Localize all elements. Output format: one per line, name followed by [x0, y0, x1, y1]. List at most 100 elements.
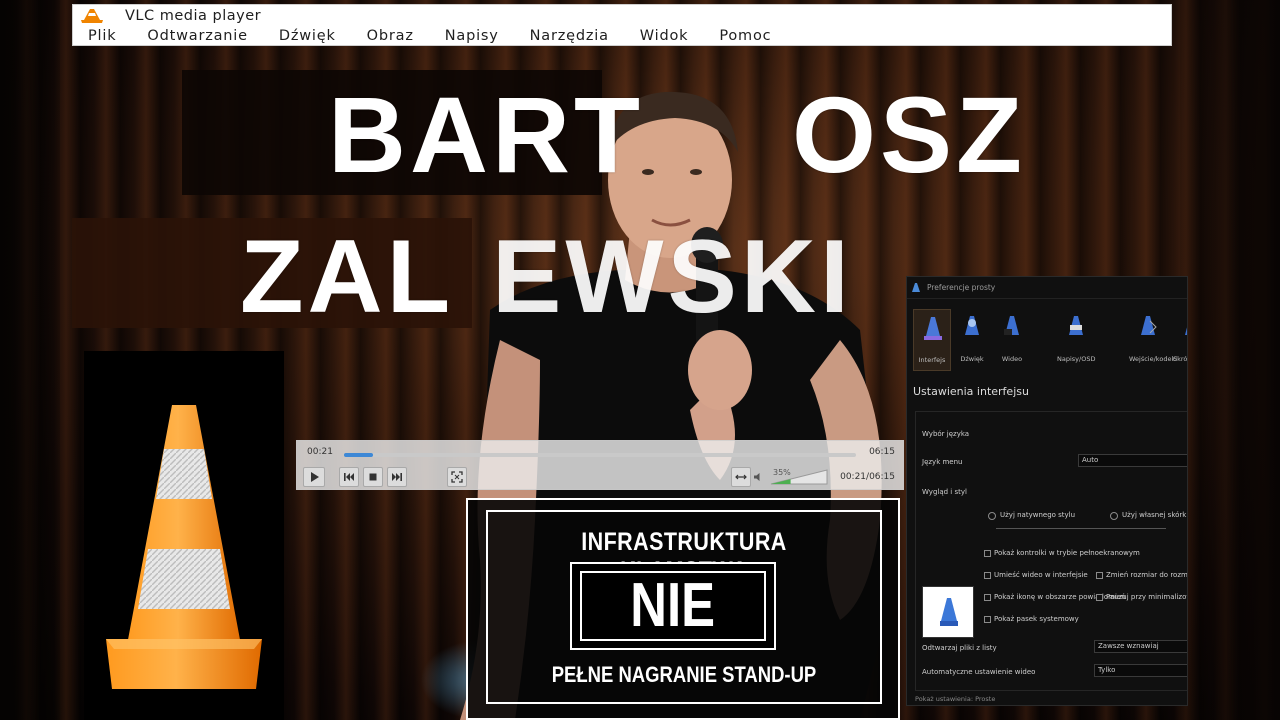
promo-inner-frame: INFRASTRUKTURA KŁAMSTWA NIE PEŁNE NAGRAN… [486, 510, 882, 704]
menu-dzwiek[interactable]: Dźwięk [279, 28, 336, 44]
playlist-label: Odtwarzaj pliki z listy [922, 644, 997, 652]
menu-obraz[interactable]: Obraz [367, 28, 414, 44]
audio-cone-icon [965, 316, 979, 335]
preferences-window: Preferencje prosty Interfejs Dźwięk Wide… [906, 276, 1188, 706]
menu-bar: Plik Odtwarzanie Dźwięk Obraz Napisy Nar… [73, 26, 1171, 46]
title-bar[interactable]: VLC media player [73, 5, 1171, 26]
section-title: Ustawienia interfejsu [913, 385, 1029, 398]
skip-forward-icon [392, 473, 402, 481]
seek-row: 00:21 06:15 [297, 446, 903, 462]
name-line1-part2: OSZ [792, 74, 1027, 195]
tab-video[interactable]: Wideo [993, 309, 1031, 371]
fullscreen-controls-checkbox[interactable] [984, 550, 991, 557]
vlc-cone-icon [912, 282, 920, 292]
vlc-cone-icon [106, 405, 262, 689]
fullscreen-button[interactable] [447, 467, 467, 487]
next-button[interactable] [387, 467, 407, 487]
vlc-logo-panel [84, 351, 284, 720]
tab-label: Napisy/OSD [1057, 355, 1096, 363]
tab-audio[interactable]: Dźwięk [953, 309, 991, 371]
name-line2-part2: EWSKI [492, 219, 853, 335]
look-group-label: Wygląd i styl [922, 488, 967, 496]
native-style-label: Użyj natywnego stylu [1000, 511, 1076, 519]
embed-video-checkbox[interactable] [984, 572, 991, 579]
native-style-radio[interactable] [988, 512, 996, 520]
divider [996, 528, 1166, 529]
promo-card: INFRASTRUKTURA KŁAMSTWA NIE PEŁNE NAGRAN… [466, 498, 900, 720]
subtitles-cone-icon [1069, 316, 1083, 335]
menu-widok[interactable]: Widok [640, 28, 689, 44]
vlc-cone-icon [940, 598, 958, 626]
auto-video-select[interactable]: Tylko [1094, 664, 1187, 677]
tab-subtitles[interactable]: Napisy/OSD [1057, 309, 1095, 371]
hotkeys-cone-icon [1185, 327, 1187, 335]
language-label: Język menu [922, 458, 963, 466]
button-row: 35% 00:21/06:15 [297, 466, 903, 488]
name-line1-part1: BART [328, 74, 644, 195]
seek-slider[interactable] [344, 453, 856, 457]
volume-label: 35% [773, 468, 791, 477]
systray-checkbox[interactable] [984, 616, 991, 623]
skip-back-icon [344, 473, 354, 481]
seek-progress [344, 453, 373, 457]
promo-subline: PEŁNE NAGRANIE STAND-UP [551, 662, 817, 687]
custom-skin-label: Użyj własnej skórki [1122, 511, 1188, 519]
previous-button[interactable] [339, 467, 359, 487]
tab-label: Interfejs [918, 356, 946, 364]
menu-pomoc[interactable]: Pomoc [719, 28, 771, 44]
time-display[interactable]: 00:21/06:15 [840, 472, 895, 482]
preferences-title-bar[interactable]: Preferencje prosty [907, 277, 1187, 299]
speaker-icon[interactable] [753, 472, 763, 482]
total-time: 06:15 [869, 447, 895, 457]
play-button[interactable] [303, 467, 325, 487]
fullscreen-icon [451, 471, 463, 483]
vlc-main-window: VLC media player Plik Odtwarzanie Dźwięk… [72, 4, 1172, 46]
check-label: Zmień rozmiar do rozmiaru wideo [1106, 571, 1188, 579]
preferences-body: Wybór języka Język menu Auto Wygląd i st… [915, 411, 1188, 691]
resize-checkbox[interactable] [1096, 572, 1103, 579]
check-label: Pokaż pasek systemowy [994, 615, 1079, 623]
tab-input-codecs[interactable]: Wejście/kodeki [1129, 309, 1177, 371]
preferences-tabs: Interfejs Dźwięk Wideo Napisy/OSD Wejści… [911, 309, 1187, 371]
stage-shadow-right [1180, 0, 1280, 720]
player-controls: 00:21 06:15 35% 00:21/06:15 [296, 440, 904, 490]
name-line2-part1: ZAL [240, 219, 455, 335]
check-label: Umieść wideo w interfejsie [994, 571, 1088, 579]
show-settings-toggle[interactable]: Pokaż ustawienia: Proste [915, 695, 995, 703]
tab-interface[interactable]: Interfejs [913, 309, 951, 371]
stop-button[interactable] [363, 467, 383, 487]
check-label: Pokaż kontrolki w trybie pełnoekranowym [994, 549, 1140, 557]
play-icon [311, 472, 319, 482]
extended-settings-button[interactable] [731, 467, 751, 487]
language-select[interactable]: Auto [1078, 454, 1187, 467]
skin-preview [922, 586, 974, 638]
menu-odtwarzanie[interactable]: Odtwarzanie [147, 28, 247, 44]
sliders-icon [735, 474, 747, 480]
interface-cone-icon [924, 317, 942, 340]
custom-skin-radio[interactable] [1110, 512, 1118, 520]
menu-narzedzia[interactable]: Narzędzia [530, 28, 609, 44]
stage-shadow-left [0, 0, 60, 720]
menu-napisy[interactable]: Napisy [445, 28, 499, 44]
playlist-select[interactable]: Zawsze wznawiaj [1094, 640, 1187, 653]
promo-center-word: NIE [630, 571, 716, 640]
preferences-title: Preferencje prosty [927, 283, 996, 292]
video-cone-icon [1004, 316, 1019, 335]
promo-word-inner: NIE [580, 571, 766, 641]
stop-icon [369, 473, 377, 481]
menu-plik[interactable]: Plik [88, 28, 116, 44]
input-cone-icon [1141, 316, 1157, 335]
elapsed-time: 00:21 [307, 447, 333, 457]
tray-icon-checkbox[interactable] [984, 594, 991, 601]
window-title: VLC media player [125, 7, 262, 24]
tab-hotkeys[interactable]: Skróty klawiszowe [1173, 309, 1188, 371]
tab-label: Wideo [1001, 355, 1023, 363]
tab-label: Dźwięk [960, 355, 984, 363]
promo-word-box: NIE [570, 562, 776, 650]
vlc-cone-icon [81, 8, 103, 23]
auto-video-label: Automatyczne ustawienie wideo [922, 668, 1036, 676]
language-group-label: Wybór języka [922, 430, 970, 438]
tab-label: Skróty klawiszowe [1173, 355, 1188, 363]
check-label: Pauzuj przy minimalizowaniu [1106, 593, 1187, 601]
pause-minimize-checkbox[interactable] [1096, 594, 1103, 601]
